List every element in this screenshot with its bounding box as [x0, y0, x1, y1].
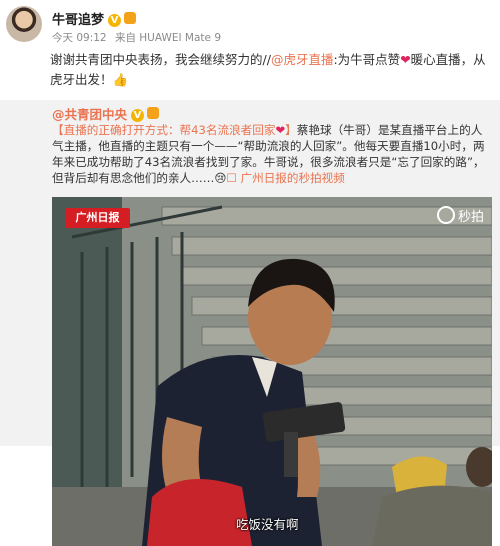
post-source: 来自 HUAWEI Mate 9: [114, 32, 222, 44]
repost-headline: 【直播的正确打开方式：帮43名流浪者回家: [52, 123, 276, 137]
post-meta: 今天 09:12 来自 HUAWEI Mate 9: [52, 30, 226, 45]
video-frame: [52, 197, 492, 546]
miaopai-icon: [436, 206, 455, 224]
repost-headline-end: 】: [285, 123, 297, 137]
member-crown-icon: [147, 107, 160, 119]
avatar[interactable]: [6, 6, 42, 42]
post-text: 谢谢共青团中央表扬，我会继续努力的//@虎牙直播:为牛哥点赞❤暖心直播，从虎牙出…: [50, 50, 490, 90]
post-author[interactable]: 牛哥追梦 V: [52, 9, 137, 28]
repost-text: 【直播的正确打开方式：帮43名流浪者回家❤】蔡艳球（牛哥）是某直播平台上的人气主…: [52, 122, 492, 186]
post-text-before: 谢谢共青团中央表扬，我会继续努力的//: [50, 52, 271, 67]
miaopai-watermark: 秒拍: [436, 206, 484, 225]
heart-icon: ❤: [275, 123, 286, 137]
guangzhou-daily-logo: 广州日报: [65, 208, 130, 228]
repost-author-link[interactable]: @共青团中央: [52, 107, 127, 122]
post-time[interactable]: 今天 09:12: [52, 32, 107, 44]
heart-icon: ❤: [400, 52, 411, 67]
crying-emoji-icon: 😢: [214, 171, 227, 185]
video-subtitle: 吃饭没有啊: [236, 517, 299, 532]
member-crown-icon: [124, 12, 137, 24]
reposted-content: @共青团中央 V 【直播的正确打开方式：帮43名流浪者回家❤】蔡艳球（牛哥）是某直…: [0, 100, 500, 546]
weibo-post: 牛哥追梦 V 今天 09:12 来自 HUAWEI Mate 9 谢谢共青团中央表…: [0, 0, 500, 100]
username-text[interactable]: 牛哥追梦: [52, 13, 104, 28]
verified-icon: V: [108, 14, 122, 27]
video-player[interactable]: 广州日报 秒拍 吃饭没有啊: [52, 197, 492, 546]
video-link[interactable]: ☐ 广州日报的秒拍视频: [226, 171, 344, 185]
mention-link[interactable]: @虎牙直播: [271, 52, 334, 67]
verified-icon: V: [131, 109, 145, 122]
thumbs-up-icon: 👍: [112, 72, 129, 87]
miaopai-text: 秒拍: [457, 210, 484, 225]
repost-author: @共青团中央 V: [52, 104, 160, 123]
post-text-mid: :为牛哥点赞: [333, 52, 401, 67]
